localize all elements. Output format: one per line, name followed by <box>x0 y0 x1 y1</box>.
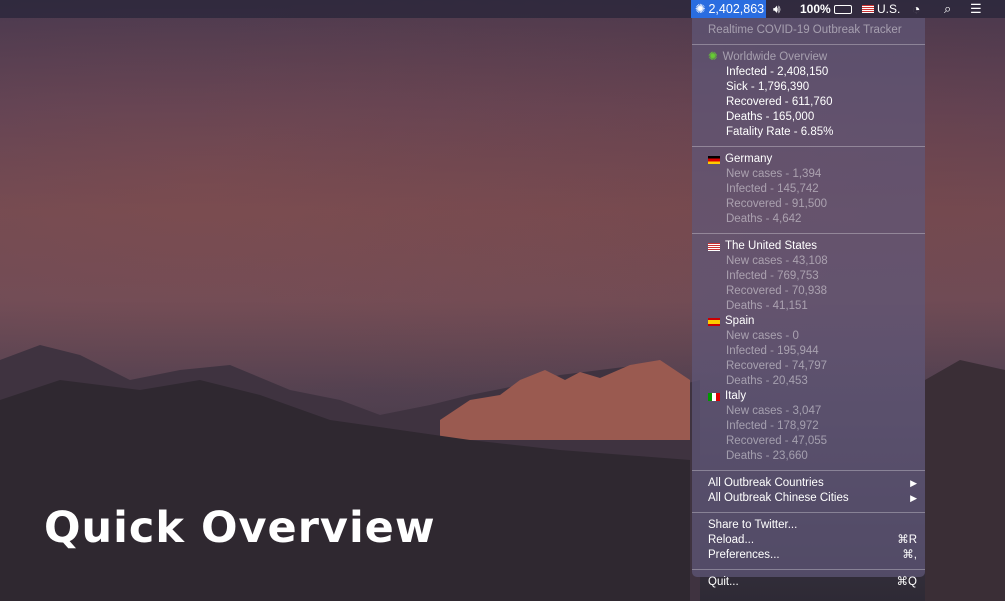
menu-action-label: Share to Twitter... <box>708 519 798 531</box>
worldwide-stat: Deaths - 165,000 <box>692 110 925 125</box>
country-stat-label: Deaths - 20,453 <box>726 375 808 387</box>
battery-icon[interactable] <box>833 4 852 14</box>
country-stat: Infected - 769,753 <box>692 269 925 284</box>
worldwide-stat: Recovered - 611,760 <box>692 95 925 110</box>
country-stat-label: Infected - 178,972 <box>726 420 819 432</box>
separator <box>692 512 925 513</box>
country-stat-label: New cases - 3,047 <box>726 405 822 417</box>
country-stat-label: Infected - 195,944 <box>726 345 819 357</box>
flag-us-icon <box>862 5 874 13</box>
country-header-it: Italy <box>692 389 925 404</box>
country-name: Italy <box>725 390 747 402</box>
worldwide-stat-label: Deaths - 165,000 <box>726 111 815 123</box>
list-icon[interactable]: ☰ <box>970 0 982 18</box>
worldwide-header: ✺ Worldwide Overview <box>692 50 925 65</box>
chevron-right-icon: ▶ <box>910 478 917 488</box>
worldwide-stat-label: Recovered - 611,760 <box>726 96 833 108</box>
country-stat-label: Infected - 769,753 <box>726 270 819 282</box>
country-stat-label: Deaths - 41,151 <box>726 300 808 312</box>
country-stat: Infected - 178,972 <box>692 419 925 434</box>
country-header-de: Germany <box>692 152 925 167</box>
shortcut: ⌘R <box>897 534 917 546</box>
country-stat: Recovered - 70,938 <box>692 284 925 299</box>
country-name: Spain <box>725 315 755 327</box>
country-header-es: Spain <box>692 314 925 329</box>
menu-action-label: Reload... <box>708 534 755 546</box>
submenu-item-label: All Outbreak Countries <box>708 477 824 489</box>
submenu-item-label: All Outbreak Chinese Cities <box>708 492 849 504</box>
virus-icon: ✺ <box>695 2 706 16</box>
country-stat-label: New cases - 43,108 <box>726 255 828 267</box>
menu-action[interactable]: Reload... ⌘R <box>692 533 925 548</box>
menu-action-label: Preferences... <box>708 549 780 561</box>
country-stat: Recovered - 91,500 <box>692 197 925 212</box>
country-stat-label: New cases - 0 <box>726 330 799 342</box>
submenu-item[interactable]: All Outbreak Countries ▶ <box>692 476 925 491</box>
country-stat: Deaths - 20,453 <box>692 374 925 389</box>
separator <box>692 569 925 570</box>
worldwide-stat: Sick - 1,796,390 <box>692 80 925 95</box>
country-stat: New cases - 1,394 <box>692 167 925 182</box>
chevron-right-icon: ▶ <box>910 493 917 503</box>
menu-action[interactable]: Preferences... ⌘, <box>692 548 925 563</box>
country-stat-label: New cases - 1,394 <box>726 168 822 180</box>
menu-action[interactable]: Share to Twitter... <box>692 518 925 533</box>
virus-icon: ✺ <box>708 51 718 63</box>
country-name: The United States <box>725 240 818 252</box>
tracker-dropdown-menu: Realtime COVID-19 Outbreak Tracker ✺ World… <box>692 18 925 588</box>
country-stat: New cases - 43,108 <box>692 254 925 269</box>
flag-it-icon <box>708 392 720 401</box>
overlay-title: Quick Overview <box>44 503 436 553</box>
separator <box>692 233 925 234</box>
country-stat: New cases - 0 <box>692 329 925 344</box>
worldwide-stat: Fatality Rate - 6.85% <box>692 125 925 140</box>
worldwide-stat-label: Fatality Rate - 6.85% <box>726 126 834 138</box>
country-stat: Recovered - 74,797 <box>692 359 925 374</box>
covid-tracker-status-item[interactable]: ✺ 2,402,863 <box>691 0 766 18</box>
country-stat-label: Recovered - 91,500 <box>726 198 828 210</box>
quit-item[interactable]: Quit... ⌘Q <box>692 575 925 590</box>
flag-de-icon <box>708 155 720 164</box>
worldwide-stat-label: Infected - 2,408,150 <box>726 66 829 78</box>
country-stat-label: Deaths - 23,660 <box>726 450 808 462</box>
country-stat-label: Recovered - 70,938 <box>726 285 828 297</box>
menu-bar: ✺ 2,402,863 🔊︎ 100% U.S. ◔ ⌕ ☰ <box>0 0 1005 18</box>
flag-es-icon <box>708 317 720 326</box>
country-stat: New cases - 3,047 <box>692 404 925 419</box>
worldwide-header-label: Worldwide Overview <box>722 51 828 63</box>
quit-item-label: Quit... <box>708 576 739 588</box>
country-stat: Deaths - 23,660 <box>692 449 925 464</box>
country-stat: Deaths - 41,151 <box>692 299 925 314</box>
country-stat: Deaths - 4,642 <box>692 212 925 227</box>
shortcut: ⌘Q <box>896 576 917 588</box>
flag-us-icon <box>708 242 720 251</box>
volume-icon[interactable]: 🔊︎ <box>773 0 781 18</box>
menu-title-label: Realtime COVID-19 Outbreak Tracker <box>708 24 902 36</box>
worldwide-stat: Infected - 2,408,150 <box>692 65 925 80</box>
submenu-item[interactable]: All Outbreak Chinese Cities ▶ <box>692 491 925 506</box>
country-stat: Infected - 145,742 <box>692 182 925 197</box>
country-stat-label: Recovered - 74,797 <box>726 360 828 372</box>
country-stat-label: Recovered - 47,055 <box>726 435 828 447</box>
input-source[interactable]: U.S. <box>877 0 900 18</box>
country-stat-label: Infected - 145,742 <box>726 183 819 195</box>
country-stat: Recovered - 47,055 <box>692 434 925 449</box>
search-icon[interactable]: ⌕ <box>944 0 951 18</box>
separator <box>692 146 925 147</box>
country-stat-label: Deaths - 4,642 <box>726 213 802 225</box>
separator <box>692 44 925 45</box>
country-stat: Infected - 195,944 <box>692 344 925 359</box>
country-header-us: The United States <box>692 239 925 254</box>
country-name: Germany <box>725 153 773 165</box>
shortcut: ⌘, <box>902 549 917 561</box>
separator <box>692 470 925 471</box>
clock-icon[interactable]: ◔ <box>912 0 920 18</box>
infected-count: 2,402,863 <box>708 2 765 16</box>
worldwide-stat-label: Sick - 1,796,390 <box>726 81 810 93</box>
battery-percent: 100% <box>800 2 831 16</box>
menu-title: Realtime COVID-19 Outbreak Tracker <box>692 23 925 38</box>
